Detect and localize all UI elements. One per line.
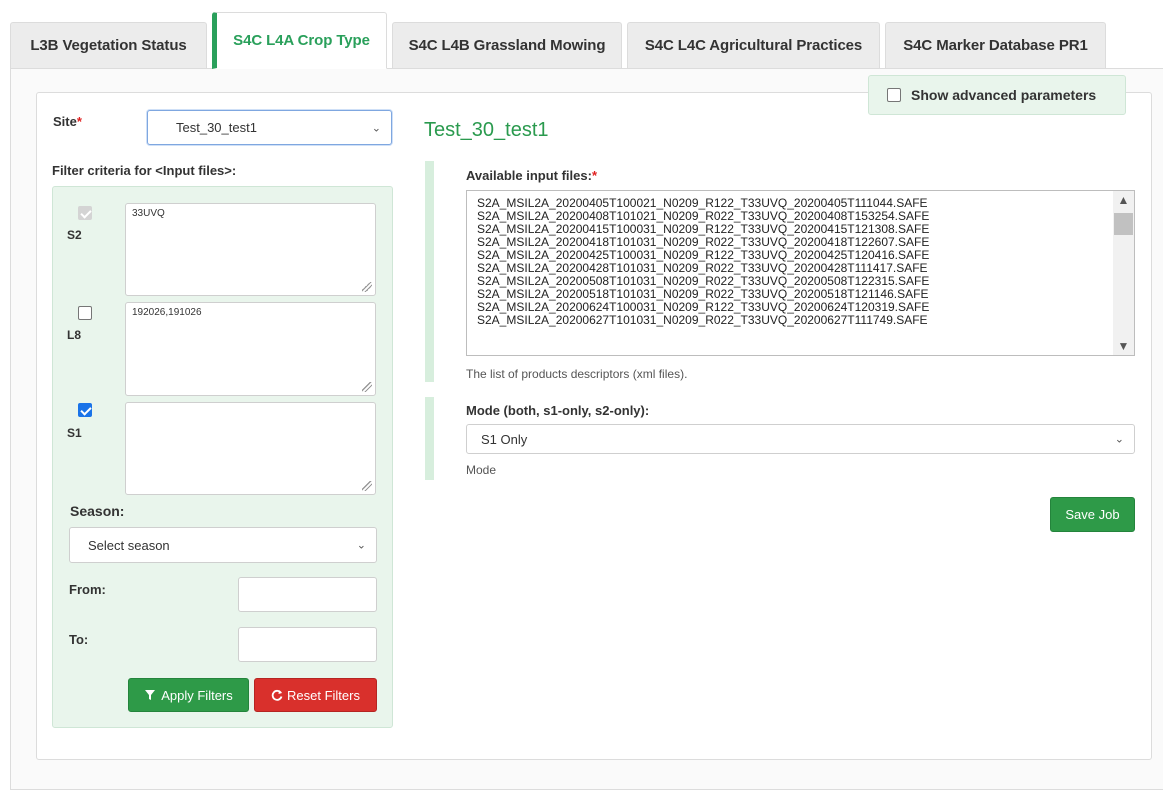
from-date-input[interactable] [238, 577, 377, 612]
tab-s4c-l4c-agricultural-practices[interactable]: S4C L4C Agricultural Practices [627, 22, 880, 68]
s1-label: S1 [67, 426, 82, 440]
files-help-text: The list of products descriptors (xml fi… [466, 367, 688, 381]
advanced-parameters-toggle[interactable]: Show advanced parameters [868, 75, 1126, 115]
advanced-parameters-label: Show advanced parameters [911, 87, 1097, 103]
advanced-parameters-checkbox[interactable] [887, 88, 901, 102]
l8-checkbox[interactable] [78, 306, 92, 320]
to-date-input[interactable] [238, 627, 377, 662]
site-select[interactable]: Test_30_test1 ⌄ [147, 110, 392, 145]
file-option[interactable]: S2A_MSIL2A_20200627T101031_N0209_R022_T3… [477, 314, 1134, 327]
chevron-down-icon: ⌄ [1114, 433, 1124, 446]
site-label: Site* [53, 114, 82, 129]
s1-checkbox[interactable] [78, 403, 92, 417]
apply-filters-button[interactable]: Apply Filters [128, 678, 249, 712]
s1-tiles-textarea[interactable] [125, 402, 376, 495]
mode-help-text: Mode [466, 463, 497, 477]
mode-select-value: S1 Only [481, 431, 528, 447]
files-scrollbar[interactable]: ▲ ▼ [1113, 191, 1134, 355]
scroll-down-icon[interactable]: ▼ [1113, 339, 1134, 353]
s2-label: S2 [67, 228, 82, 242]
l8-tiles-textarea[interactable]: 192026,191026 [125, 302, 376, 396]
s2-tiles-value: 33UVQ [132, 208, 165, 219]
season-label: Season: [70, 503, 125, 519]
filter-icon [145, 690, 156, 700]
reset-filters-label: Reset Filters [287, 687, 360, 703]
section-accent-bar [425, 161, 434, 382]
site-title: Test_30_test1 [424, 119, 549, 141]
chevron-down-icon: ⌄ [356, 539, 366, 552]
tab-s4c-l4b-grassland-mowing[interactable]: S4C L4B Grassland Mowing [392, 22, 622, 68]
save-job-label: Save Job [1065, 507, 1120, 522]
season-select[interactable]: Select season ⌄ [69, 527, 377, 563]
mode-select[interactable]: S1 Only ⌄ [466, 424, 1135, 454]
scroll-up-icon[interactable]: ▲ [1113, 193, 1134, 207]
resize-grip-icon[interactable] [362, 481, 372, 491]
scroll-thumb[interactable] [1114, 213, 1133, 235]
tab-bar: L3B Vegetation Status S4C L4A Crop Type … [10, 12, 1163, 69]
from-label: From: [69, 582, 106, 597]
chevron-down-icon: ⌄ [371, 122, 381, 134]
tab-l3b-vegetation-status[interactable]: L3B Vegetation Status [10, 22, 207, 68]
mode-label: Mode (both, s1-only, s2-only): [466, 403, 650, 418]
available-files-label: Available input files:* [466, 168, 597, 183]
files-options: S2A_MSIL2A_20200405T100021_N0209_R122_T3… [467, 191, 1134, 327]
required-mark: * [76, 114, 82, 129]
filter-criteria-title: Filter criteria for <Input files>: [52, 163, 237, 178]
section-accent-bar [425, 397, 434, 480]
save-job-button[interactable]: Save Job [1050, 497, 1135, 532]
s2-checkbox [78, 206, 92, 220]
season-select-value: Select season [88, 537, 170, 553]
refresh-icon [271, 689, 283, 701]
l8-label: L8 [67, 328, 82, 342]
tab-s4c-l4a-crop-type[interactable]: S4C L4A Crop Type [212, 12, 387, 69]
resize-grip-icon[interactable] [362, 382, 372, 392]
apply-filters-label: Apply Filters [161, 687, 233, 703]
reset-filters-button[interactable]: Reset Filters [254, 678, 377, 712]
required-mark: * [591, 168, 597, 183]
tab-s4c-marker-database-pr1[interactable]: S4C Marker Database PR1 [885, 22, 1106, 68]
s2-tiles-textarea[interactable]: 33UVQ [125, 203, 376, 296]
l8-tiles-value: 192026,191026 [132, 307, 202, 318]
to-label: To: [69, 632, 89, 647]
site-select-value: Test_30_test1 [176, 120, 257, 135]
available-files-list[interactable]: S2A_MSIL2A_20200405T100021_N0209_R122_T3… [466, 190, 1135, 356]
resize-grip-icon[interactable] [362, 282, 372, 292]
